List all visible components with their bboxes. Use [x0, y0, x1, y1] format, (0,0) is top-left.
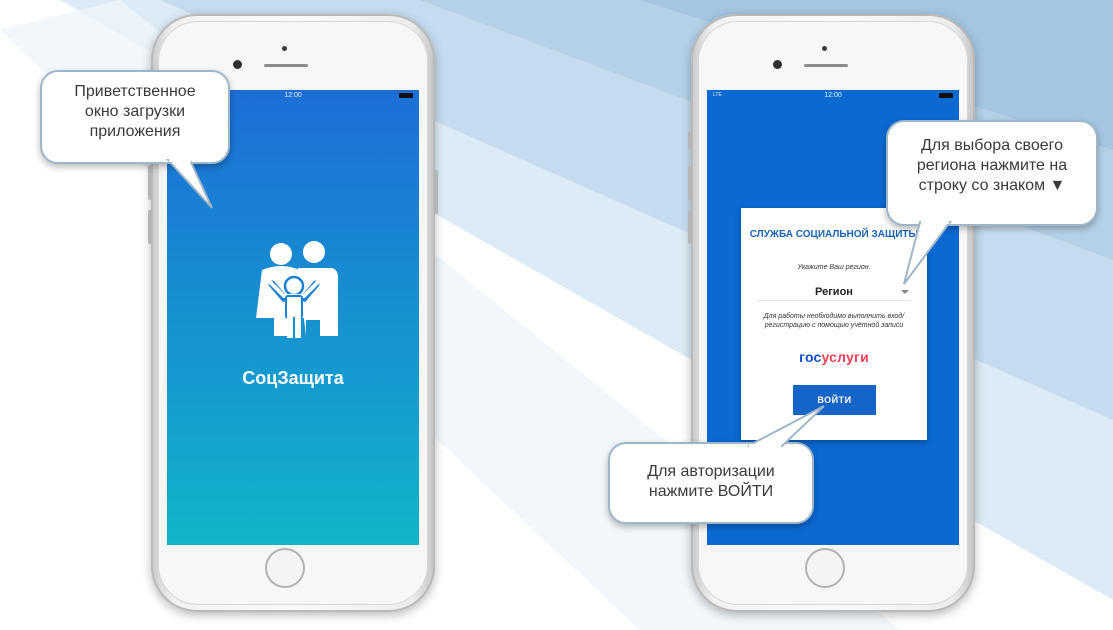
callout-region-text: Для выбора своего региона нажмите на стр…: [916, 137, 1068, 194]
battery-icon: [399, 93, 413, 98]
proximity-sensor: [822, 46, 827, 51]
front-camera: [773, 60, 782, 69]
status-bar: LTE 12:00: [707, 90, 959, 102]
callout-tail-region: [903, 219, 952, 285]
mute-switch: [688, 132, 692, 150]
home-button[interactable]: [805, 548, 845, 588]
callout-login: Для авторизации нажмите ВОЙТИ: [608, 442, 814, 524]
home-button[interactable]: [265, 548, 305, 588]
gosuslugi-logo-part2: услуги: [821, 349, 869, 365]
earpiece-speaker: [804, 64, 848, 67]
family-icon: [256, 241, 338, 338]
app-name: СоцЗащита: [242, 368, 344, 388]
callout-welcome: Приветственное окно загрузки приложения: [40, 70, 230, 164]
battery-icon: [939, 93, 953, 98]
gosuslugi-logo-part1: гос: [799, 349, 822, 365]
volume-up-button: [688, 166, 692, 200]
card-info-text: Для работы необходимо выполнить вход/рег…: [763, 313, 905, 329]
region-label: Регион: [815, 286, 853, 298]
region-select[interactable]: Регион: [757, 282, 911, 301]
front-camera: [233, 60, 242, 69]
card-title: СЛУЖБА СОЦИАЛЬНОЙ ЗАЩИТЫ: [749, 229, 919, 240]
power-button: [434, 170, 438, 214]
gosuslugi-logo: госуслуги: [741, 349, 927, 365]
callout-region: Для выбора своего региона нажмите на стр…: [886, 120, 1098, 226]
callout-login-text: Для авторизации нажмите ВОЙТИ: [647, 463, 775, 500]
earpiece-speaker: [264, 64, 308, 67]
proximity-sensor: [282, 46, 287, 51]
status-time: 12:00: [824, 92, 842, 99]
callout-welcome-text: Приветственное окно загрузки приложения: [74, 83, 196, 140]
callout-tail-welcome: [165, 157, 213, 209]
volume-down-button: [688, 210, 692, 244]
callout-tail-login: [747, 405, 825, 450]
